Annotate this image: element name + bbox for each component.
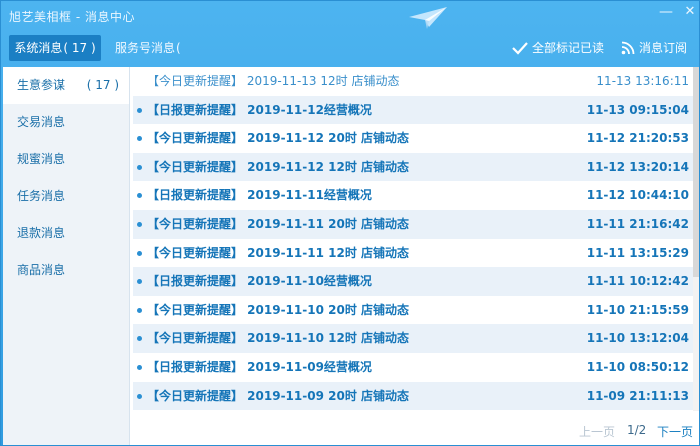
subscribe-label: 消息订阅 xyxy=(639,41,688,55)
message-row[interactable]: 【今日更新提醒】 2019-11-09 20时 店铺动态 11-09 21:11… xyxy=(133,381,693,411)
subscribe-button[interactable]: 消息订阅 xyxy=(621,39,687,57)
unread-dot-icon xyxy=(137,221,142,227)
sidebar-item-label: 退款消息 xyxy=(17,226,66,240)
unread-dot-icon xyxy=(137,136,142,142)
unread-dot-icon xyxy=(137,164,142,170)
message-time: 11-13 09:15:04 xyxy=(586,102,689,117)
message-time: 11-10 08:50:12 xyxy=(586,359,689,374)
sidebar-item-label: 交易消息 xyxy=(17,115,66,129)
tab-count: ( 17 ) xyxy=(63,41,96,55)
message-row[interactable]: 【今日更新提醒】 2019-11-10 12时 店铺动态 11-10 13:12… xyxy=(133,324,693,353)
sidebar-item-rules[interactable]: 规蜜消息 xyxy=(3,141,129,178)
message-row[interactable]: 【日报更新提醒】 2019-11-11经营概况 11-12 10:44:10 xyxy=(133,181,693,210)
list-scrollbar[interactable] xyxy=(693,67,699,411)
close-button[interactable]: ✕ xyxy=(681,3,699,21)
message-row[interactable]: 【今日更新提醒】 2019-11-12 20时 店铺动态 11-12 21:20… xyxy=(133,124,693,153)
sidebar-item-label: 商品消息 xyxy=(17,263,66,277)
checkmark-icon xyxy=(512,42,528,55)
paper-plane-icon xyxy=(409,7,447,29)
message-list: 【今日更新提醒】 2019-11-13 12时 店铺动态 11-13 13:16… xyxy=(133,67,693,411)
message-subject[interactable]: 【今日更新提醒】 2019-11-11 12时 店铺动态 xyxy=(147,239,409,268)
message-time: 11-13 13:16:11 xyxy=(596,74,689,88)
unread-dot-icon xyxy=(137,193,142,199)
content-area: 生意参谋 ( 17 ) 交易消息 规蜜消息 任务消息 退款消息 商品消息 【今日… xyxy=(3,67,699,445)
tab-label: 服务号消息 xyxy=(115,41,176,55)
sidebar-item-count: ( 17 ) xyxy=(86,78,119,92)
message-row[interactable]: 【今日更新提醒】 2019-11-10 20时 店铺动态 11-10 21:15… xyxy=(133,296,693,325)
message-row[interactable]: 【日报更新提醒】 2019-11-12经营概况 11-13 09:15:04 xyxy=(133,95,693,125)
message-center-window: 旭艺美相框 - 消息中心 — ✕ 系统消息( 17 ) 服务号消息( 5 ) 全… xyxy=(0,0,700,446)
sidebar-item-label: 规蜜消息 xyxy=(17,152,66,166)
unread-dot-icon xyxy=(137,250,142,256)
tab-label: 系统消息 xyxy=(14,41,63,55)
message-subject[interactable]: 【日报更新提醒】 2019-11-12经营概况 xyxy=(147,96,372,125)
message-time: 11-10 21:15:59 xyxy=(586,302,689,317)
message-subject[interactable]: 【今日更新提醒】 2019-11-10 20时 店铺动态 xyxy=(147,296,409,325)
tab-bar: 系统消息( 17 ) 服务号消息( 5 ) 全部标记已读 消息订阅 xyxy=(1,31,700,81)
message-subject[interactable]: 【日报更新提醒】 2019-11-10经营概况 xyxy=(147,267,372,296)
message-time: 11-09 21:11:13 xyxy=(586,388,689,403)
title-bar[interactable]: 旭艺美相框 - 消息中心 — ✕ xyxy=(1,1,700,31)
unread-dot-icon xyxy=(137,336,142,342)
message-row[interactable]: 【今日更新提醒】 2019-11-12 12时 店铺动态 11-12 13:20… xyxy=(133,152,693,182)
mark-all-read-label: 全部标记已读 xyxy=(532,41,605,55)
prev-page-button[interactable]: 上一页 xyxy=(579,423,615,440)
next-page-button[interactable]: 下一页 xyxy=(657,423,693,440)
sidebar-item-trade[interactable]: 交易消息 xyxy=(3,104,129,141)
message-subject[interactable]: 【今日更新提醒】 2019-11-10 12时 店铺动态 xyxy=(147,324,409,353)
message-subject[interactable]: 【今日更新提醒】 2019-11-09 20时 店铺动态 xyxy=(147,382,409,411)
window-title: 旭艺美相框 - 消息中心 xyxy=(9,10,135,24)
sidebar-item-products[interactable]: 商品消息 xyxy=(3,252,129,289)
sidebar-item-label: 生意参谋 xyxy=(17,78,66,92)
sidebar-item-business-advisor[interactable]: 生意参谋 ( 17 ) xyxy=(3,67,129,104)
rss-icon xyxy=(621,41,635,55)
sidebar-item-label: 任务消息 xyxy=(17,189,66,203)
message-subject[interactable]: 【今日更新提醒】 2019-11-13 12时 店铺动态 xyxy=(147,67,399,96)
mark-all-read-button[interactable]: 全部标记已读 xyxy=(512,39,604,57)
tab-service-messages[interactable]: 服务号消息( 5 ) xyxy=(109,35,195,81)
sidebar-item-tasks[interactable]: 任务消息 xyxy=(3,178,129,215)
message-row[interactable]: 【今日更新提醒】 2019-11-11 20时 店铺动态 11-11 21:16… xyxy=(133,209,693,239)
message-time: 11-12 10:44:10 xyxy=(586,188,689,203)
tab-system-messages[interactable]: 系统消息( 17 ) xyxy=(9,35,101,61)
unread-dot-icon xyxy=(137,364,142,370)
category-sidebar: 生意参谋 ( 17 ) 交易消息 规蜜消息 任务消息 退款消息 商品消息 xyxy=(3,67,130,445)
message-row[interactable]: 【日报更新提醒】 2019-11-10经营概况 11-11 10:12:42 xyxy=(133,267,693,296)
unread-dot-icon xyxy=(137,307,142,313)
minimize-button[interactable]: — xyxy=(657,3,675,21)
pagination: 上一页 1/2 下一页 xyxy=(133,419,693,441)
message-row[interactable]: 【今日更新提醒】 2019-11-13 12时 店铺动态 11-13 13:16… xyxy=(133,67,693,96)
message-row[interactable]: 【日报更新提醒】 2019-11-09经营概况 11-10 08:50:12 xyxy=(133,353,693,382)
message-time: 11-11 13:15:29 xyxy=(586,245,689,260)
message-time: 11-12 21:20:53 xyxy=(586,131,689,146)
message-subject[interactable]: 【日报更新提醒】 2019-11-11经营概况 xyxy=(147,181,372,210)
unread-dot-icon xyxy=(137,393,142,399)
message-subject[interactable]: 【日报更新提醒】 2019-11-09经营概况 xyxy=(147,353,372,382)
unread-dot-icon xyxy=(137,107,142,113)
message-subject[interactable]: 【今日更新提醒】 2019-11-12 20时 店铺动态 xyxy=(147,124,409,153)
message-time: 11-12 13:20:14 xyxy=(586,159,689,174)
message-time: 11-10 13:12:04 xyxy=(586,331,689,346)
message-subject[interactable]: 【今日更新提醒】 2019-11-11 20时 店铺动态 xyxy=(147,210,409,239)
message-time: 11-11 10:12:42 xyxy=(586,274,689,289)
message-time: 11-11 21:16:42 xyxy=(586,216,689,231)
page-indicator: 1/2 xyxy=(627,423,647,437)
sidebar-item-refunds[interactable]: 退款消息 xyxy=(3,215,129,252)
message-row[interactable]: 【今日更新提醒】 2019-11-11 12时 店铺动态 11-11 13:15… xyxy=(133,239,693,268)
scrollbar-thumb[interactable] xyxy=(693,67,699,277)
unread-dot-icon xyxy=(137,279,142,285)
message-subject[interactable]: 【今日更新提醒】 2019-11-12 12时 店铺动态 xyxy=(147,153,409,182)
